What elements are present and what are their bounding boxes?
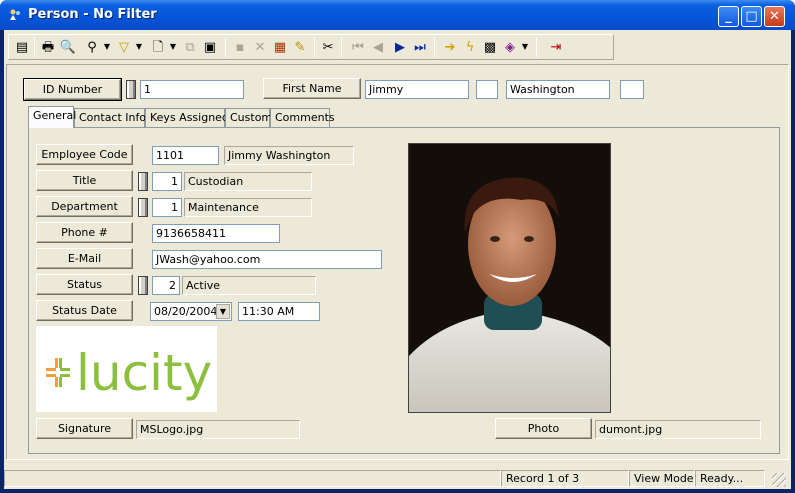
email-field[interactable]: JWash@yahoo.com — [152, 250, 382, 269]
toolbar-separator — [34, 38, 35, 57]
book-dropdown-icon[interactable]: ▼ — [521, 38, 529, 56]
edit-icon[interactable]: ✎ — [291, 38, 309, 56]
photo-button[interactable]: Photo — [495, 418, 592, 439]
close-button[interactable]: ✕ — [764, 6, 785, 27]
employee-code-button[interactable]: Employee Code — [36, 144, 133, 165]
middle-name-field[interactable] — [476, 80, 498, 99]
status-lock-toggle[interactable] — [138, 276, 148, 295]
cut-icon[interactable]: ✂ — [319, 38, 337, 56]
report-icon[interactable]: ▩ — [481, 38, 499, 56]
photo-file: dumont.jpg — [595, 420, 761, 439]
status-button[interactable]: Status — [36, 274, 133, 295]
first-name-button[interactable]: First Name — [263, 78, 361, 99]
phone-field[interactable]: 9136658411 — [152, 224, 280, 243]
status-bar: Record 1 of 3 View Mode Ready... — [4, 467, 791, 489]
query-icon[interactable]: ⚲ — [83, 38, 101, 56]
book-icon[interactable]: ◈ — [501, 38, 519, 56]
view-mode-indicator: View Mode — [629, 470, 695, 487]
department-description: Maintenance — [184, 198, 312, 217]
record-position: Record 1 of 3 — [501, 470, 629, 487]
ready-indicator: Ready... — [695, 470, 765, 487]
maximize-icon: □ — [745, 9, 758, 24]
first-name-field[interactable]: Jimmy — [365, 80, 469, 99]
window-title: Person - No Filter — [28, 7, 157, 22]
status-bar-message — [4, 470, 501, 487]
tab-comments[interactable]: Comments — [270, 108, 335, 127]
employee-name-display: Jimmy Washington — [224, 146, 354, 165]
close-icon: ✕ — [769, 9, 780, 24]
new-record-icon[interactable]: 🗋 — [149, 38, 167, 56]
goto-icon[interactable]: ➔ — [441, 38, 459, 56]
filter-icon[interactable]: ▽ — [115, 38, 133, 56]
id-number-button[interactable]: ID Number — [23, 78, 122, 101]
books-icon[interactable]: ▦ — [271, 38, 289, 56]
status-date-value: 08/20/2004 — [154, 305, 218, 318]
print-icon[interactable]: 🖶 — [39, 38, 57, 56]
delete-icon[interactable]: ✕ — [251, 38, 269, 56]
toolbar-separator — [314, 38, 315, 57]
copy-record-icon[interactable]: ⧉ — [181, 38, 199, 56]
lucity-logo: lucity — [46, 344, 212, 402]
signature-image: lucity — [36, 326, 217, 412]
signature-file: MSLogo.jpg — [136, 420, 300, 439]
employee-code-field[interactable]: 1101 — [152, 146, 219, 165]
exit-icon[interactable]: ⇥ — [547, 38, 565, 56]
resize-grip-icon[interactable] — [772, 473, 786, 487]
minimize-button[interactable]: _ — [718, 6, 739, 27]
status-code-field[interactable]: 2 — [152, 276, 180, 295]
signature-button[interactable]: Signature — [36, 418, 133, 439]
save-icon[interactable]: ▪ — [231, 38, 249, 56]
last-record-icon[interactable]: ⏭ — [411, 38, 429, 56]
next-record-icon[interactable]: ▶ — [391, 38, 409, 56]
status-date-picker[interactable]: 08/20/2004 ▼ — [150, 302, 232, 321]
email-button[interactable]: E-Mail — [36, 248, 133, 269]
department-code-field[interactable]: 1 — [152, 198, 182, 217]
status-description: Active — [182, 276, 316, 295]
department-button[interactable]: Department — [36, 196, 133, 217]
maximize-button[interactable]: □ — [741, 6, 762, 27]
status-date-button[interactable]: Status Date — [36, 300, 133, 321]
title-button[interactable]: Title — [36, 170, 133, 191]
person-photo — [408, 143, 611, 413]
app-window: Person - No Filter _ □ ✕ ▤ 🖶 🔍 ⚲ ▼ ▽ ▼ 🗋… — [0, 0, 795, 493]
id-lock-toggle[interactable] — [126, 80, 136, 99]
minimize-icon: _ — [725, 9, 732, 24]
status-time-field[interactable]: 11:30 AM — [238, 302, 320, 321]
last-name-field[interactable]: Washington — [506, 80, 610, 99]
tab-keys-assigned[interactable]: Keys Assigned — [145, 108, 229, 127]
title-bar[interactable]: Person - No Filter _ □ ✕ — [0, 0, 795, 30]
portrait-image — [409, 144, 610, 412]
toolbar-separator — [225, 38, 226, 57]
chevron-down-icon[interactable]: ▼ — [216, 304, 230, 319]
toolbar-separator — [536, 38, 537, 57]
previous-record-icon[interactable]: ◀ — [369, 38, 387, 56]
lightning-icon[interactable]: ϟ — [461, 38, 479, 56]
logo-text: lucity — [76, 344, 212, 402]
view-icon[interactable]: ▣ — [201, 38, 219, 56]
id-number-field[interactable]: 1 — [140, 80, 244, 99]
toolbar-separator — [341, 38, 342, 57]
phone-button[interactable]: Phone # — [36, 222, 133, 243]
print-preview-icon[interactable]: 🔍 — [59, 38, 77, 56]
query-dropdown-icon[interactable]: ▼ — [103, 38, 111, 56]
title-lock-toggle[interactable] — [138, 172, 148, 191]
new-dropdown-icon[interactable]: ▼ — [169, 38, 177, 56]
filter-dropdown-icon[interactable]: ▼ — [135, 38, 143, 56]
tab-contact-info[interactable]: Contact Info — [74, 108, 146, 127]
tab-custom[interactable]: Custom — [225, 108, 272, 127]
department-lock-toggle[interactable] — [138, 198, 148, 217]
title-code-field[interactable]: 1 — [152, 172, 182, 191]
app-icon — [10, 9, 20, 20]
first-record-icon[interactable]: ⏮ — [349, 38, 367, 56]
list-icon[interactable]: ▤ — [13, 38, 31, 56]
title-description: Custodian — [184, 172, 312, 191]
tab-general[interactable]: General — [28, 106, 76, 128]
toolbar: ▤ 🖶 🔍 ⚲ ▼ ▽ ▼ 🗋 ▼ ⧉ ▣ ▪ ✕ ▦ ✎ ✂ ⏮ ◀ ▶ ⏭ … — [8, 34, 614, 60]
toolbar-separator — [434, 38, 435, 57]
form-client: ▤ 🖶 🔍 ⚲ ▼ ▽ ▼ 🗋 ▼ ⧉ ▣ ▪ ✕ ▦ ✎ ✂ ⏮ ◀ ▶ ⏭ … — [4, 30, 791, 489]
suffix-field[interactable] — [620, 80, 644, 99]
